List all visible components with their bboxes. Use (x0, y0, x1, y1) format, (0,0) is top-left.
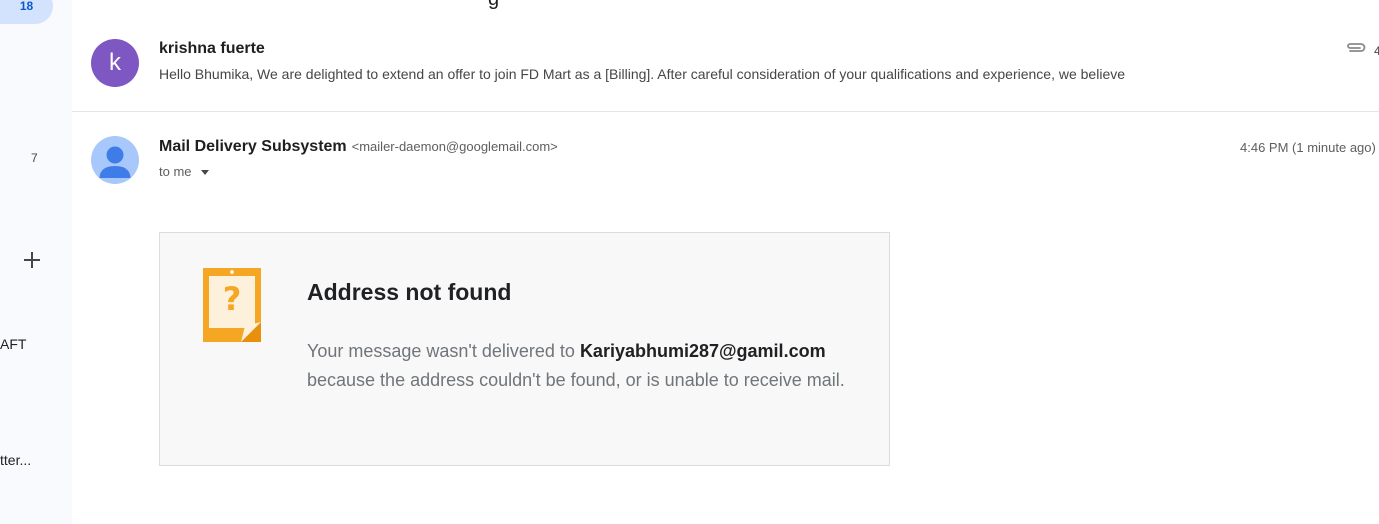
svg-text:?: ? (223, 280, 242, 318)
recipient-label: to me (159, 164, 192, 179)
avatar[interactable]: k (91, 39, 139, 87)
collapsed-message-snippet[interactable]: Hello Bhumika, We are delighted to exten… (159, 66, 1125, 82)
bounce-body-suffix: because the address couldn't be found, o… (307, 370, 845, 390)
paperclip-icon (1347, 43, 1366, 52)
inbox-unread-badge[interactable]: 18 (0, 0, 53, 24)
message-divider (72, 111, 1379, 112)
question-mark-note-icon: ? (203, 268, 261, 342)
bounce-title: Address not found (307, 279, 512, 305)
sender-name[interactable]: Mail Delivery Subsystem (159, 138, 347, 155)
nav-item-count[interactable]: 7 (31, 151, 38, 165)
message-timestamp: 4:46 PM (1 minute ago) (1240, 140, 1376, 155)
default-avatar-icon[interactable] (91, 136, 139, 184)
sender-line: Mail Delivery Subsystem <mailer-daemon@go… (159, 138, 558, 156)
bounce-notice-card: ? Address not found Your message wasn't … (159, 232, 890, 466)
left-nav: 18 7 AFT tter... (0, 0, 72, 524)
bounce-message: Your message wasn't delivered to Kariyab… (307, 337, 867, 395)
edge-partial-text: 4 (1374, 44, 1379, 58)
bounce-body-prefix: Your message wasn't delivered to (307, 341, 580, 361)
nav-label-drafts[interactable]: AFT (0, 336, 26, 352)
subject-heading-partial: g (488, 0, 499, 11)
nav-label-truncated[interactable]: tter... (0, 452, 31, 468)
sender-email: <mailer-daemon@googlemail.com> (351, 139, 558, 154)
recipient-details-toggle[interactable]: to me (159, 164, 209, 179)
avatar-letter: k (109, 49, 121, 76)
failed-address: Kariyabhumi287@gamil.com (579, 341, 826, 361)
add-label-icon[interactable] (22, 250, 42, 270)
collapsed-message-sender[interactable]: krishna fuerte (159, 40, 265, 58)
chevron-down-icon[interactable] (200, 169, 209, 175)
person-icon (99, 146, 131, 178)
